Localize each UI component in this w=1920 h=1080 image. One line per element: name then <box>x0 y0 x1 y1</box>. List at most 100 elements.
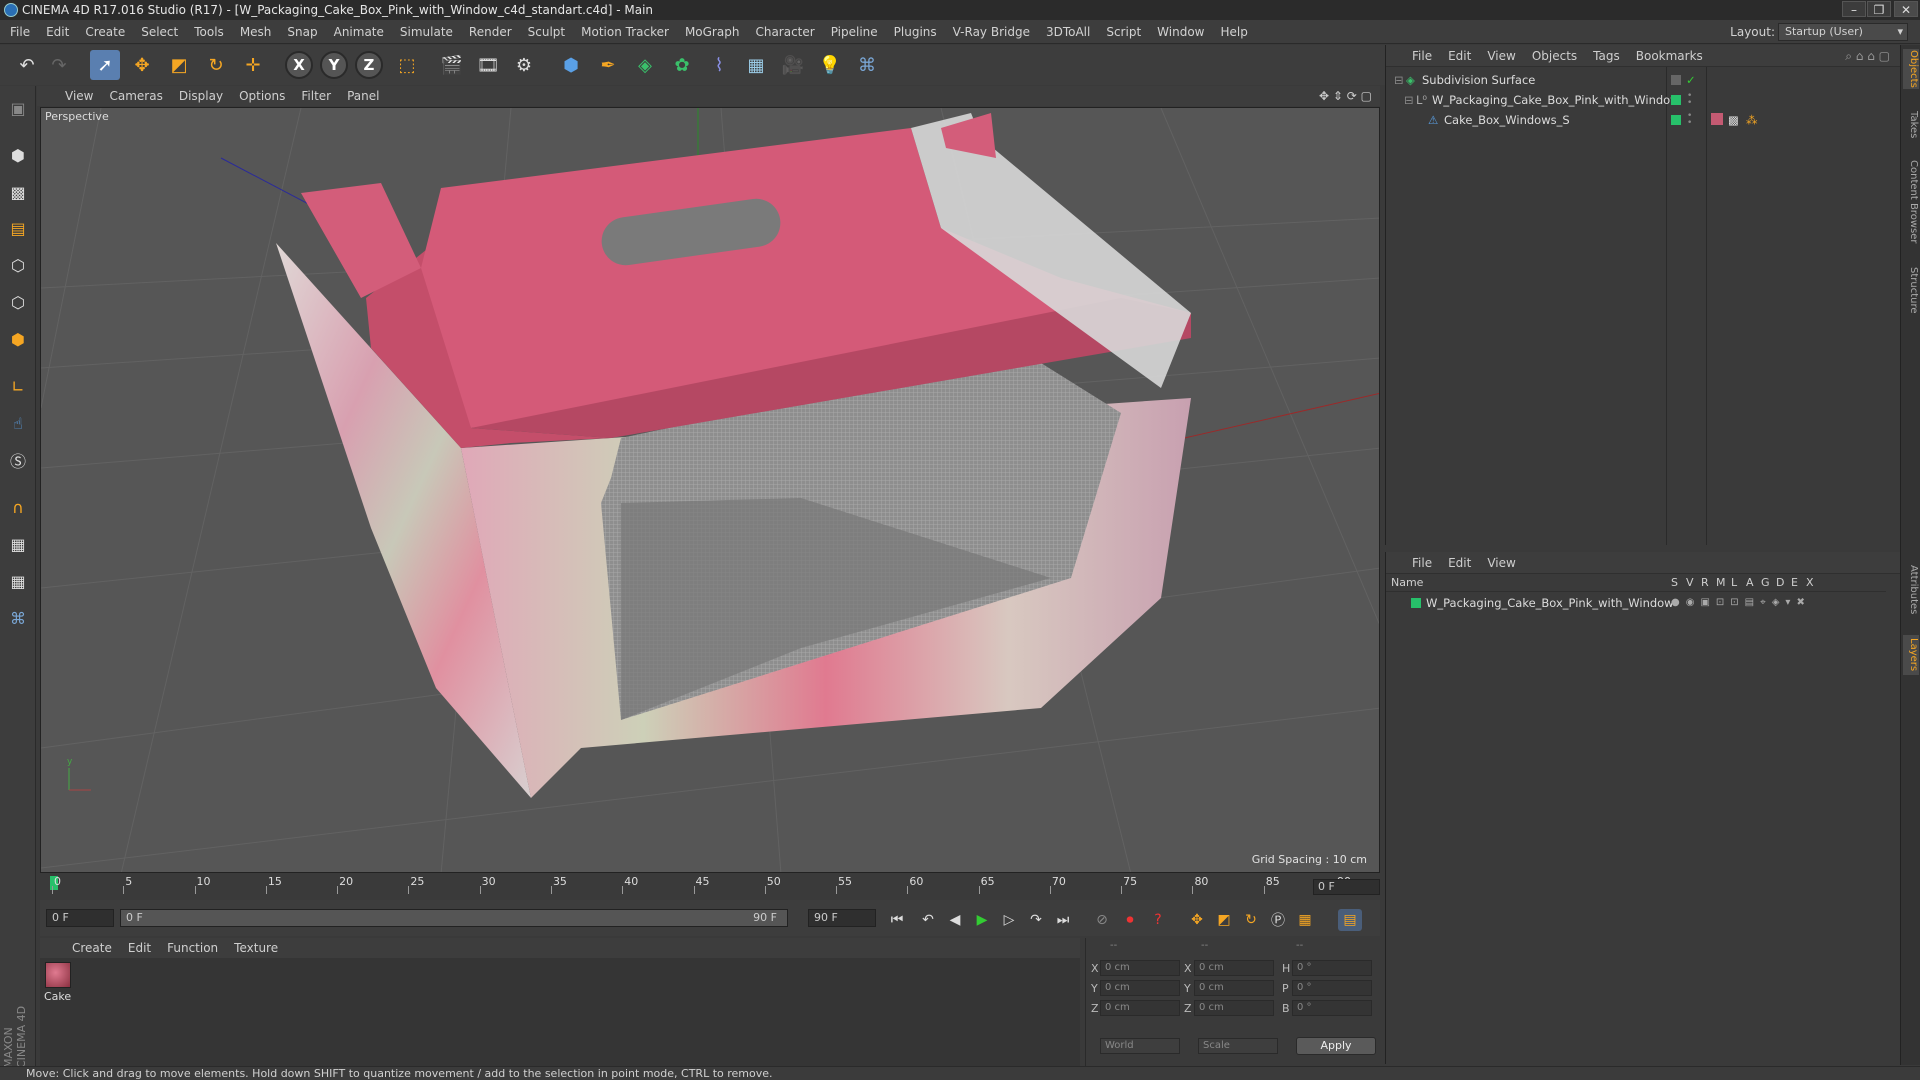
coord-value-field[interactable]: 0 ° <box>1292 960 1372 976</box>
texture-tag-icon[interactable]: ▩ <box>1728 111 1739 129</box>
render-view-icon[interactable]: 🎬 <box>437 50 467 80</box>
menu-window[interactable]: Window <box>1149 20 1212 44</box>
python-script-icon[interactable]: ⌘ <box>4 604 32 632</box>
viewport-menu-options[interactable]: Options <box>231 86 293 106</box>
key-param-icon[interactable]: Ⓟ <box>1266 909 1290 931</box>
timeline-window-icon[interactable]: ▤ <box>1338 909 1362 931</box>
object-menu-bookmarks[interactable]: Bookmarks <box>1628 45 1711 67</box>
coordinate-system-icon[interactable]: ⬚ <box>392 50 422 80</box>
menu-script[interactable]: Script <box>1098 20 1149 44</box>
coord-value-field[interactable]: 0 cm <box>1100 960 1180 976</box>
material-menu-create[interactable]: Create <box>64 938 120 958</box>
autokey-icon[interactable]: ⏺ <box>1118 909 1142 931</box>
viewport-menu-view[interactable]: View <box>57 86 101 106</box>
camera-icon[interactable]: 🎥 <box>778 50 808 80</box>
menu-select[interactable]: Select <box>133 20 186 44</box>
prev-key-icon[interactable]: ↶ <box>916 909 940 931</box>
object-menu-objects[interactable]: Objects <box>1524 45 1585 67</box>
next-frame-icon[interactable]: ▷ <box>997 909 1021 931</box>
object-manager-tool-icons[interactable]: ⌕ ⌂ ⌂ ▢ <box>1845 45 1890 67</box>
layer-column-a[interactable]: A <box>1746 576 1754 589</box>
edges-mode-icon[interactable]: ⬡ <box>4 288 32 316</box>
tab-structure[interactable]: Structure <box>1903 260 1919 320</box>
select-arrow-icon[interactable]: ➚ <box>90 50 120 80</box>
grid-snap-icon[interactable]: ▦ <box>4 567 32 595</box>
menu-motion-tracker[interactable]: Motion Tracker <box>573 20 677 44</box>
object-menu-tags[interactable]: Tags <box>1585 45 1628 67</box>
menu-mesh[interactable]: Mesh <box>232 20 280 44</box>
play-icon[interactable]: ▶ <box>970 909 994 931</box>
layer-column-s[interactable]: S <box>1671 576 1678 589</box>
points-mode-icon[interactable]: ⬡ <box>4 251 32 279</box>
record-keys-icon[interactable]: ⊘ <box>1090 909 1114 931</box>
tab-objects[interactable]: Objects <box>1903 49 1919 89</box>
menu-sculpt[interactable]: Sculpt <box>520 20 573 44</box>
coord-value-field[interactable]: 0 cm <box>1100 980 1180 996</box>
object-menu-file[interactable]: File <box>1404 45 1440 67</box>
menu-mograph[interactable]: MoGraph <box>677 20 748 44</box>
object-row-subdivision[interactable]: ⊟ ◈ Subdivision Surface ✓ <box>1386 71 1886 89</box>
key-pla-icon[interactable]: ▦ <box>1293 909 1317 931</box>
model-mode-icon[interactable]: ⬢ <box>4 141 32 169</box>
viewport-menu-cameras[interactable]: Cameras <box>101 86 170 106</box>
layer-column-v[interactable]: V <box>1686 576 1694 589</box>
layer-menu-view[interactable]: View <box>1479 552 1523 574</box>
tab-takes[interactable]: Takes <box>1903 105 1919 145</box>
object-menu-view[interactable]: View <box>1479 45 1523 67</box>
menu-tools[interactable]: Tools <box>186 20 232 44</box>
close-button[interactable]: ✕ <box>1894 1 1918 17</box>
layout-select[interactable]: Startup (User) ▾ <box>1778 23 1908 41</box>
maximize-button[interactable]: ❐ <box>1867 1 1891 17</box>
cube-primitive-icon[interactable]: ⬢ <box>556 50 586 80</box>
workplane-icon[interactable]: ▤ <box>4 214 32 242</box>
layer-column-x[interactable]: X <box>1806 576 1814 589</box>
cake-material-swatch[interactable] <box>45 962 71 988</box>
frame-range-slider[interactable]: 0 F 90 F <box>120 909 788 927</box>
prev-frame-icon[interactable]: ◀ <box>943 909 967 931</box>
menu-v-ray-bridge[interactable]: V-Ray Bridge <box>945 20 1038 44</box>
undo-icon[interactable]: ↶ <box>12 50 42 80</box>
object-row-packaging[interactable]: ⊟ L⁰ W_Packaging_Cake_Box_Pink_with_Wind… <box>1386 91 1886 109</box>
layer-flag-icons[interactable]: ●◉▣⊡⊡▤⌖◈▾✖ <box>1671 594 1811 612</box>
tag-icon[interactable]: ⁂ <box>1746 111 1758 129</box>
redo-icon[interactable]: ↷ <box>44 50 74 80</box>
go-to-end-icon[interactable]: ⏭ <box>1051 909 1075 931</box>
viewport-menu-display[interactable]: Display <box>171 86 231 106</box>
end-frame-field[interactable]: 90 F <box>808 909 876 927</box>
snap-icon[interactable]: Ⓢ <box>4 446 32 474</box>
menu-pipeline[interactable]: Pipeline <box>823 20 886 44</box>
menu-edit[interactable]: Edit <box>38 20 77 44</box>
tweak-mode-icon[interactable]: ☝ <box>4 409 32 437</box>
coord-value-field[interactable]: 0 cm <box>1100 1000 1180 1016</box>
texture-mode-icon[interactable]: ▩ <box>4 178 32 206</box>
coord-value-field[interactable]: 0 cm <box>1194 980 1274 996</box>
material-menu-texture[interactable]: Texture <box>226 938 286 958</box>
magnet-icon[interactable]: ∩ <box>4 493 32 521</box>
layer-column-m[interactable]: M <box>1716 576 1726 589</box>
render-picture-viewer-icon[interactable]: 🎞 <box>473 50 503 80</box>
coord-value-field[interactable]: 0 cm <box>1194 1000 1274 1016</box>
axis-mode-icon[interactable]: ∟ <box>4 372 32 400</box>
material-menu-edit[interactable]: Edit <box>120 938 159 958</box>
coord-value-field[interactable]: 0 ° <box>1292 1000 1372 1016</box>
start-frame-field[interactable]: 0 F <box>46 909 114 927</box>
material-menu-function[interactable]: Function <box>159 938 226 958</box>
deformer-icon[interactable]: ⌇ <box>704 50 734 80</box>
material-name[interactable]: Cake <box>44 990 71 1003</box>
spline-pen-icon[interactable]: ✒ <box>593 50 623 80</box>
python-icon[interactable]: ⌘ <box>852 50 882 80</box>
coord-value-field[interactable]: 0 cm <box>1194 960 1274 976</box>
make-editable-icon[interactable]: ▣ <box>4 94 32 122</box>
layer-column-l[interactable]: L <box>1731 576 1737 589</box>
keyframe-selection-icon[interactable]: ? <box>1146 909 1170 931</box>
menu-help[interactable]: Help <box>1212 20 1255 44</box>
x-axis-toggle[interactable]: X <box>285 51 313 79</box>
coordinate-type-select[interactable]: Scale <box>1198 1038 1278 1054</box>
workplane-lock-icon[interactable]: ▦ <box>4 530 32 558</box>
viewport-menu-filter[interactable]: Filter <box>293 86 339 106</box>
layer-menu-edit[interactable]: Edit <box>1440 552 1479 574</box>
coordinate-mode-select[interactable]: World <box>1100 1038 1180 1054</box>
menu-animate[interactable]: Animate <box>326 20 392 44</box>
layer-column-r[interactable]: R <box>1701 576 1709 589</box>
next-key-icon[interactable]: ↷ <box>1024 909 1048 931</box>
